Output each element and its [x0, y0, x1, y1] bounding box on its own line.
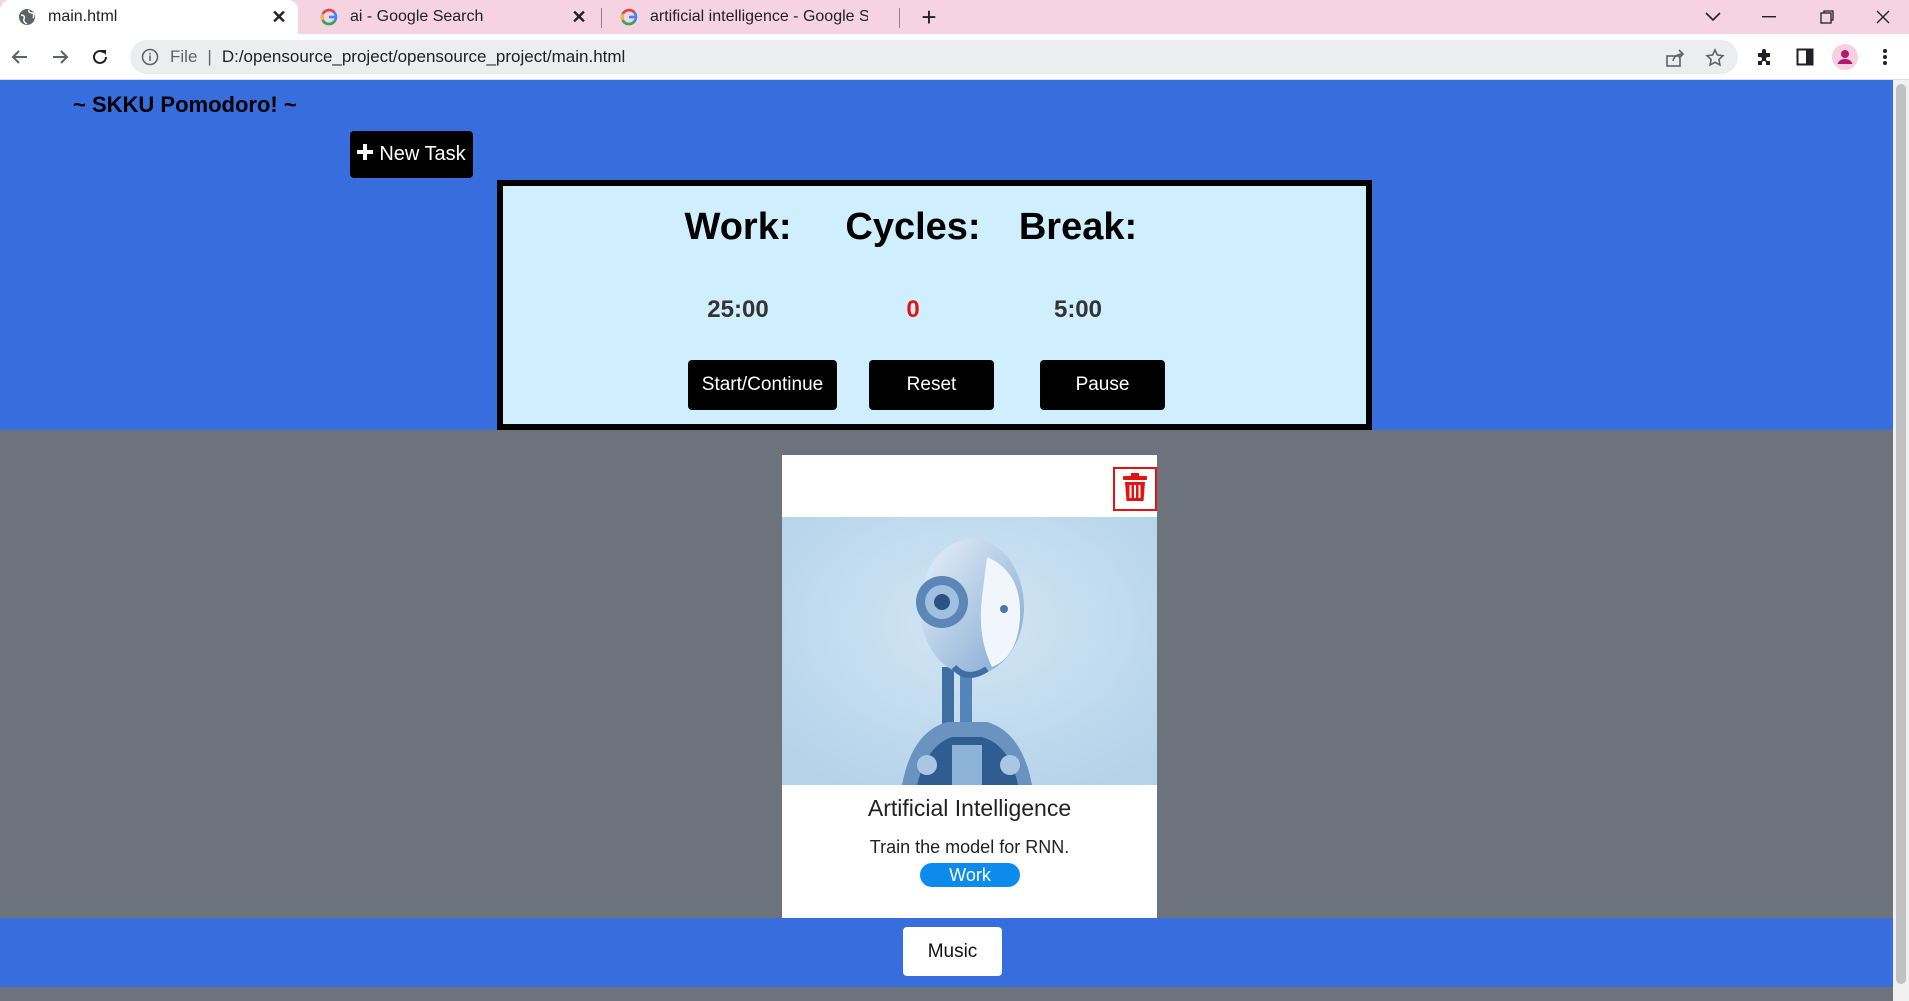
- extensions-icon[interactable]: [1752, 44, 1778, 70]
- task-image-robot: [782, 517, 1157, 785]
- task-category-badge[interactable]: Work: [920, 863, 1020, 887]
- restore-icon[interactable]: [1804, 0, 1850, 34]
- start-continue-button[interactable]: Start/Continue: [688, 360, 837, 410]
- address-bar[interactable]: File | D:/opensource_project/opensource_…: [130, 40, 1738, 74]
- scrollbar-thumb[interactable]: [1896, 84, 1906, 984]
- url-divider: |: [207, 47, 212, 66]
- tab-main-html[interactable]: main.html ✕: [0, 0, 298, 34]
- tab-title: ai - Google Search: [350, 8, 484, 25]
- delete-task-button[interactable]: [1113, 467, 1157, 511]
- break-time: 5:00: [1053, 296, 1103, 323]
- profile-avatar-icon[interactable]: [1832, 44, 1858, 70]
- task-description: Train the model for RNN.: [869, 837, 1070, 857]
- cycles-count: 0: [906, 296, 920, 323]
- url-scheme: File: [170, 47, 198, 66]
- close-icon[interactable]: ✕: [568, 6, 590, 28]
- new-task-button[interactable]: New Task: [350, 131, 473, 178]
- tab-ai-google-search[interactable]: ai - Google Search ✕: [302, 0, 598, 34]
- work-label: Work:: [684, 206, 792, 248]
- side-panel-icon[interactable]: [1792, 44, 1818, 70]
- google-icon: [620, 8, 638, 26]
- timer-panel: Work: Cycles: Break: 25:00 0 5:00 Start/…: [497, 180, 1372, 430]
- tab-separator: [899, 8, 900, 28]
- new-task-label: New Task: [379, 143, 466, 165]
- back-icon[interactable]: [4, 41, 36, 73]
- close-icon[interactable]: ✕: [268, 6, 290, 28]
- cycles-label: Cycles:: [845, 206, 981, 248]
- trash-icon: [1123, 472, 1147, 506]
- break-label: Break:: [1018, 206, 1138, 248]
- music-button[interactable]: Music: [903, 927, 1002, 976]
- tab-artificial-intelligence-search[interactable]: artificial intelligence - Google Search: [602, 0, 900, 34]
- task-card: Artificial Intelligence Train the model …: [782, 455, 1157, 918]
- close-window-icon[interactable]: [1860, 0, 1906, 34]
- bookmark-star-icon[interactable]: [1705, 48, 1725, 68]
- work-time: 25:00: [707, 296, 769, 323]
- new-tab-button[interactable]: +: [914, 0, 944, 34]
- google-icon: [320, 8, 338, 26]
- url-text[interactable]: D:/opensource_project/opensource_project…: [222, 47, 626, 67]
- tab-title: artificial intelligence - Google Search: [650, 8, 868, 25]
- browser-toolbar: File | D:/opensource_project/opensource_…: [0, 34, 1909, 80]
- tab-title: main.html: [48, 8, 118, 25]
- share-icon[interactable]: [1665, 48, 1685, 68]
- globe-icon: [18, 8, 36, 26]
- reload-icon[interactable]: [84, 41, 116, 73]
- minimize-icon[interactable]: [1746, 0, 1792, 34]
- task-title: Artificial Intelligence: [867, 795, 1072, 821]
- browser-tab-bar: main.html ✕ ai - Google Search ✕ artific…: [0, 0, 1909, 34]
- reset-button[interactable]: Reset: [869, 360, 994, 410]
- app-title: ~ SKKU Pomodoro! ~: [73, 92, 297, 117]
- forward-icon[interactable]: [44, 41, 76, 73]
- menu-kebab-icon[interactable]: [1872, 44, 1898, 70]
- info-icon[interactable]: [140, 47, 160, 67]
- pause-button[interactable]: Pause: [1040, 360, 1165, 410]
- plus-icon: [357, 143, 374, 166]
- tab-search-chevron-icon[interactable]: [1690, 0, 1736, 34]
